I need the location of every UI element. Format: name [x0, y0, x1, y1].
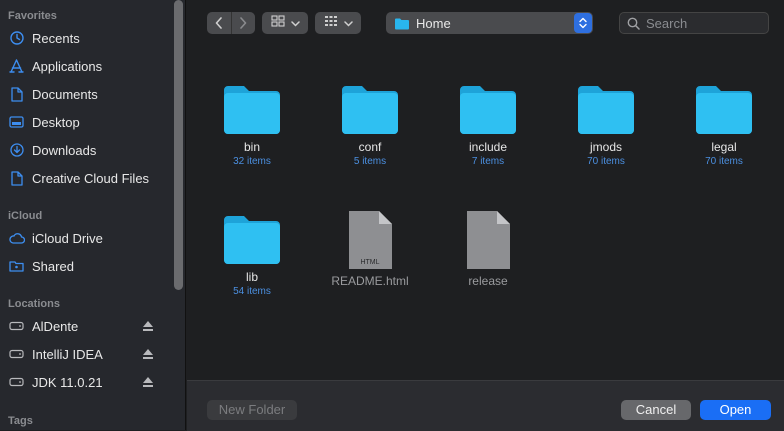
- sidebar-item-desktop[interactable]: Desktop: [8, 111, 168, 133]
- forward-button[interactable]: [232, 12, 256, 34]
- folder-item-lib[interactable]: lib 54 items: [197, 210, 307, 297]
- sidebar-item-icloud-drive[interactable]: iCloud Drive: [8, 227, 168, 249]
- chevron-down-icon: [290, 14, 300, 32]
- folder-icon: [224, 216, 280, 264]
- locations-section-label: Locations: [8, 298, 60, 310]
- folder-icon: [696, 86, 752, 134]
- item-count: 70 items: [705, 156, 743, 167]
- folder-icon: [224, 86, 280, 134]
- group-view-button[interactable]: [315, 12, 361, 34]
- sidebar-scrollbar[interactable]: [174, 0, 183, 290]
- folder-item-bin[interactable]: bin 32 items: [197, 80, 307, 167]
- sidebar-item-label: Recents: [32, 30, 80, 46]
- desktop-icon: [8, 114, 25, 131]
- sidebar-item-recents[interactable]: Recents: [8, 27, 168, 49]
- sidebar-item-shared[interactable]: Shared: [8, 255, 168, 277]
- sidebar-item-downloads[interactable]: Downloads: [8, 139, 168, 161]
- path-select[interactable]: Home: [386, 12, 593, 34]
- tags-section-label: Tags: [8, 415, 33, 427]
- sidebar-item-label: JDK 11.0.21: [32, 374, 103, 390]
- grid-icon: [270, 14, 285, 32]
- sidebar-item-intellij-idea[interactable]: IntelliJ IDEA: [8, 343, 168, 365]
- applications-icon: [8, 58, 25, 75]
- search-input[interactable]: [644, 14, 758, 32]
- item-count: 70 items: [587, 156, 625, 167]
- new-folder-button[interactable]: New Folder: [207, 400, 297, 420]
- sidebar-item-documents[interactable]: Documents: [8, 83, 168, 105]
- document-icon: [467, 211, 510, 269]
- drive-icon: [8, 374, 25, 391]
- sidebar-item-label: Downloads: [32, 142, 97, 158]
- icon-view-button[interactable]: [262, 12, 308, 34]
- file-item-readme[interactable]: HTML README.html: [315, 210, 425, 288]
- favorites-section-label: Favorites: [8, 10, 57, 22]
- icloud-section-label: iCloud: [8, 210, 43, 222]
- sidebar-item-applications[interactable]: Applications: [8, 55, 168, 77]
- chevron-down-icon: [343, 14, 353, 32]
- download-icon: [8, 142, 25, 159]
- folder-icon: [578, 86, 634, 134]
- sidebar-item-label: Shared: [32, 258, 74, 274]
- open-button[interactable]: Open: [700, 400, 771, 420]
- sidebar-item-label: AlDente: [32, 318, 79, 334]
- navigation-buttons: [207, 12, 255, 34]
- file-name: release: [468, 274, 508, 288]
- sidebar-item-label: Applications: [32, 58, 103, 74]
- folder-icon: [342, 86, 398, 134]
- drive-icon: [8, 346, 25, 363]
- cloud-icon: [8, 230, 25, 247]
- item-count: 7 items: [471, 156, 505, 167]
- path-label: Home: [416, 15, 451, 31]
- file-name: README.html: [331, 274, 409, 288]
- folder-item-conf[interactable]: conf 5 items: [315, 80, 425, 167]
- sidebar-item-creative-cloud-files[interactable]: Creative Cloud Files: [8, 167, 168, 189]
- cancel-button[interactable]: Cancel: [621, 400, 691, 420]
- sidebar-item-jdk[interactable]: JDK 11.0.21: [8, 371, 168, 393]
- html-document-icon: HTML: [349, 211, 392, 269]
- folder-icon: [460, 86, 516, 134]
- search-icon: [627, 17, 640, 30]
- eject-icon[interactable]: [142, 347, 154, 361]
- sidebar-item-label: iCloud Drive: [32, 230, 103, 246]
- document-icon: [8, 86, 25, 103]
- shared-folder-icon: [8, 258, 25, 275]
- clock-icon: [8, 30, 25, 47]
- file-icon: [8, 170, 25, 187]
- eject-icon[interactable]: [142, 319, 154, 333]
- file-name: conf: [358, 140, 382, 154]
- group-grid-icon: [324, 14, 338, 32]
- file-badge: HTML: [360, 259, 379, 266]
- file-name: include: [468, 140, 508, 154]
- item-count: 32 items: [233, 156, 271, 167]
- file-name: bin: [243, 140, 260, 154]
- eject-icon[interactable]: [142, 375, 154, 389]
- item-count: 5 items: [353, 156, 387, 167]
- item-count: 54 items: [233, 286, 271, 297]
- sidebar-item-label: IntelliJ IDEA: [32, 346, 103, 362]
- back-button[interactable]: [207, 12, 231, 34]
- folder-item-jmods[interactable]: jmods 70 items: [551, 80, 661, 167]
- up-down-chevron-icon: [574, 13, 592, 33]
- file-item-release[interactable]: release: [433, 210, 543, 288]
- sidebar-item-aldente[interactable]: AlDente: [8, 315, 168, 337]
- dialog-footer: New Folder Cancel Open: [187, 380, 784, 431]
- file-browser: Home bin 32 items conf 5 items include 7…: [187, 0, 784, 380]
- sidebar: Favorites Recents Applications Documents…: [0, 0, 186, 430]
- search-field[interactable]: [619, 12, 769, 34]
- folder-icon: [394, 17, 410, 30]
- folder-item-legal[interactable]: legal 70 items: [669, 80, 779, 167]
- sidebar-item-label: Documents: [32, 86, 98, 102]
- file-name: lib: [245, 270, 258, 284]
- drive-icon: [8, 318, 25, 335]
- sidebar-item-label: Creative Cloud Files: [32, 170, 150, 186]
- file-name: legal: [711, 140, 737, 154]
- folder-item-include[interactable]: include 7 items: [433, 80, 543, 167]
- file-name: jmods: [589, 140, 622, 154]
- sidebar-item-label: Desktop: [32, 114, 80, 130]
